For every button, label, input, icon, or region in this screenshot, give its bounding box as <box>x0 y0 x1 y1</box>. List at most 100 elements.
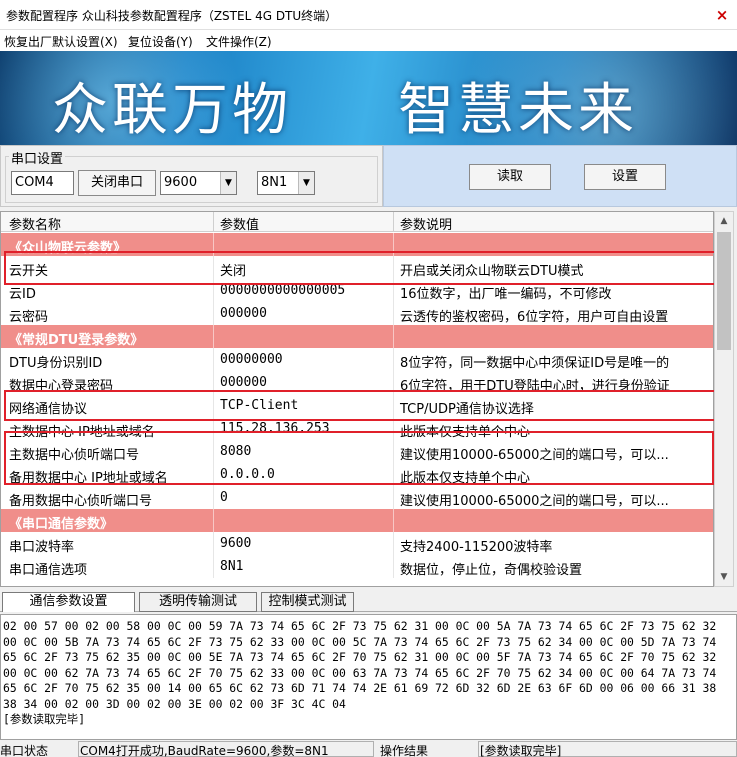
param-name-cell: 《常规DTU登录参数》 <box>9 333 144 348</box>
cell-divider <box>393 233 394 256</box>
cell-divider <box>393 371 394 394</box>
cell-divider <box>213 325 214 348</box>
banner-slogan-left: 众联万物 <box>52 78 292 143</box>
table-row[interactable]: 网络通信协议 TCP-Client TCP/UDP通信协议选择 <box>1 394 713 417</box>
serial-settings-group: 串口设置 COM4 关闭串口 9600 ▼ 8N1 ▼ <box>0 145 383 207</box>
param-name-cell: 云开关 <box>9 264 49 279</box>
table-row[interactable]: 主数据中心侦听端口号 8080 建议使用10000-65000之间的端口号，可以..… <box>1 440 713 463</box>
log-line: 65 6C 2F 73 75 62 35 00 0C 00 5E 7A 73 7… <box>3 650 717 664</box>
table-row[interactable]: 备用数据中心 IP地址或域名 0.0.0.0 此版本仅支持单个中心 <box>1 463 713 486</box>
result-label: 操作结果 <box>380 744 429 757</box>
set-button[interactable]: 设置 <box>584 164 666 190</box>
banner-slogan-right: 智慧未来 <box>398 78 638 143</box>
cell-divider <box>393 394 394 417</box>
menu-reset-device[interactable]: 复位设备(Y) <box>128 33 193 50</box>
tab-transparent-test[interactable]: 透明传输测试 <box>139 592 257 612</box>
scroll-up-icon[interactable]: ▲ <box>715 212 733 230</box>
cell-divider <box>213 509 214 532</box>
baud-rate-select[interactable]: 9600 ▼ <box>160 171 237 195</box>
param-value-cell[interactable]: 9600 <box>220 536 251 551</box>
table-row[interactable]: 备用数据中心侦听端口号 0 建议使用10000-65000之间的端口号，可以... <box>1 486 713 509</box>
read-button[interactable]: 读取 <box>469 164 551 190</box>
cell-divider <box>393 440 394 463</box>
menu-restore-defaults[interactable]: 恢复出厂默认设置(X) <box>4 33 118 50</box>
table-row[interactable]: 主数据中心 IP地址或域名 115.28.136.253 此版本仅支持单个中心 <box>1 417 713 440</box>
param-desc-cell: 开启或关闭众山物联云DTU模式 <box>400 264 584 279</box>
chevron-down-icon[interactable]: ▼ <box>220 172 236 194</box>
param-name-cell: 主数据中心 IP地址或域名 <box>9 425 155 440</box>
serial-group-label: 串口设置 <box>9 148 66 167</box>
param-value-cell[interactable]: 8N1 <box>220 559 243 574</box>
tab-comm-params[interactable]: 通信参数设置 <box>2 592 135 612</box>
param-name-cell: 串口通信选项 <box>9 563 88 578</box>
table-row[interactable]: 云开关 关闭 开启或关闭众山物联云DTU模式 <box>1 256 713 279</box>
param-value-cell[interactable]: 115.28.136.253 <box>220 421 330 436</box>
table-row[interactable]: 串口波特率 9600 支持2400-115200波特率 <box>1 532 713 555</box>
table-row[interactable]: DTU身份识别ID 00000000 8位字符，同一数据中心中须保证ID号是唯一的 <box>1 348 713 371</box>
param-name-cell: 云密码 <box>9 310 49 325</box>
param-name-cell: 网络通信协议 <box>9 402 88 417</box>
table-section-row[interactable]: 《常规DTU登录参数》 <box>1 325 713 348</box>
parameter-table: 参数名称 参数值 参数说明 《众山物联云参数》云开关 关闭 开启或关闭众山物联云DT… <box>0 211 714 587</box>
table-row[interactable]: 云ID 0000000000000005 16位数字，出厂唯一编码，不可修改 <box>1 279 713 302</box>
param-value-cell[interactable]: 00000000 <box>220 352 283 367</box>
tab-control-mode-test[interactable]: 控制模式测试 <box>261 592 354 612</box>
baud-rate-value: 9600 <box>164 175 198 190</box>
param-desc-cell: 此版本仅支持单个中心 <box>400 471 531 486</box>
status-value: COM4打开成功,BaudRate=9600,参数=8N1 <box>80 744 329 757</box>
cell-divider <box>213 440 214 463</box>
column-header-value[interactable]: 参数值 <box>220 214 259 233</box>
param-value-cell[interactable]: 8080 <box>220 444 251 459</box>
column-header-name[interactable]: 参数名称 <box>9 214 61 233</box>
com-port-input[interactable]: COM4 <box>11 171 74 195</box>
tab-bar: 通信参数设置 透明传输测试 控制模式测试 <box>0 590 737 612</box>
title-bar: 参数配置程序 众山科技参数配置程序（ZSTEL 4G DTU终端） × <box>0 0 737 30</box>
cell-divider <box>393 325 394 348</box>
chevron-down-icon[interactable]: ▼ <box>298 172 314 194</box>
hex-log-output[interactable]: 02 00 57 00 02 00 58 00 0C 00 59 7A 73 7… <box>0 614 737 740</box>
cell-divider <box>213 417 214 440</box>
param-name-cell: 主数据中心侦听端口号 <box>9 448 140 463</box>
cell-divider <box>213 532 214 555</box>
column-divider[interactable] <box>213 212 214 232</box>
param-desc-cell: 支持2400-115200波特率 <box>400 540 553 555</box>
table-scrollbar[interactable]: ▲ ▼ <box>714 211 734 587</box>
column-header-desc[interactable]: 参数说明 <box>400 214 452 233</box>
param-desc-cell: 8位字符，同一数据中心中须保证ID号是唯一的 <box>400 356 670 371</box>
param-desc-cell: 6位字符，用于DTU登陆中心时，进行身份验证 <box>400 379 670 394</box>
scroll-thumb[interactable] <box>717 232 731 350</box>
cell-divider <box>393 417 394 440</box>
menu-file-ops[interactable]: 文件操作(Z) <box>206 33 272 50</box>
cell-divider <box>393 509 394 532</box>
param-value-cell[interactable]: 0.0.0.0 <box>220 467 275 482</box>
column-divider[interactable] <box>393 212 394 232</box>
scroll-down-icon[interactable]: ▼ <box>715 568 733 586</box>
cell-divider <box>213 394 214 417</box>
param-value-cell[interactable]: 0000000000000005 <box>220 283 345 298</box>
cell-divider <box>213 256 214 279</box>
table-row[interactable]: 数据中心登录密码 000000 6位字符，用于DTU登陆中心时，进行身份验证 <box>1 371 713 394</box>
param-desc-cell: 建议使用10000-65000之间的端口号，可以... <box>400 448 669 463</box>
table-row[interactable]: 云密码 000000 云透传的鉴权密码，6位字符，用户可自由设置 <box>1 302 713 325</box>
cell-divider <box>393 348 394 371</box>
banner-image: 众联万物 智慧未来 <box>0 51 737 145</box>
param-value-cell[interactable]: 000000 <box>220 375 267 390</box>
cell-divider <box>213 371 214 394</box>
close-port-button[interactable]: 关闭串口 <box>78 170 156 196</box>
param-value-cell[interactable]: TCP-Client <box>220 398 298 413</box>
param-value-cell[interactable]: 000000 <box>220 306 267 321</box>
param-name-cell: DTU身份识别ID <box>9 356 103 371</box>
param-desc-cell: TCP/UDP通信协议选择 <box>400 402 534 417</box>
param-value-cell[interactable]: 关闭 <box>220 260 246 279</box>
param-desc-cell: 数据位，停止位，奇偶校验设置 <box>400 563 583 578</box>
data-format-select[interactable]: 8N1 ▼ <box>257 171 315 195</box>
table-row[interactable]: 串口通信选项 8N1 数据位，停止位，奇偶校验设置 <box>1 555 713 578</box>
table-section-row[interactable]: 《众山物联云参数》 <box>1 233 713 256</box>
cell-divider <box>393 302 394 325</box>
table-section-row[interactable]: 《串口通信参数》 <box>1 509 713 532</box>
cell-divider <box>213 463 214 486</box>
param-desc-cell: 16位数字，出厂唯一编码，不可修改 <box>400 287 612 302</box>
param-value-cell[interactable]: 0 <box>220 490 228 505</box>
close-icon[interactable]: × <box>709 2 735 28</box>
log-line: 38 34 00 02 00 3D 00 02 00 3E 00 02 00 3… <box>3 696 346 711</box>
